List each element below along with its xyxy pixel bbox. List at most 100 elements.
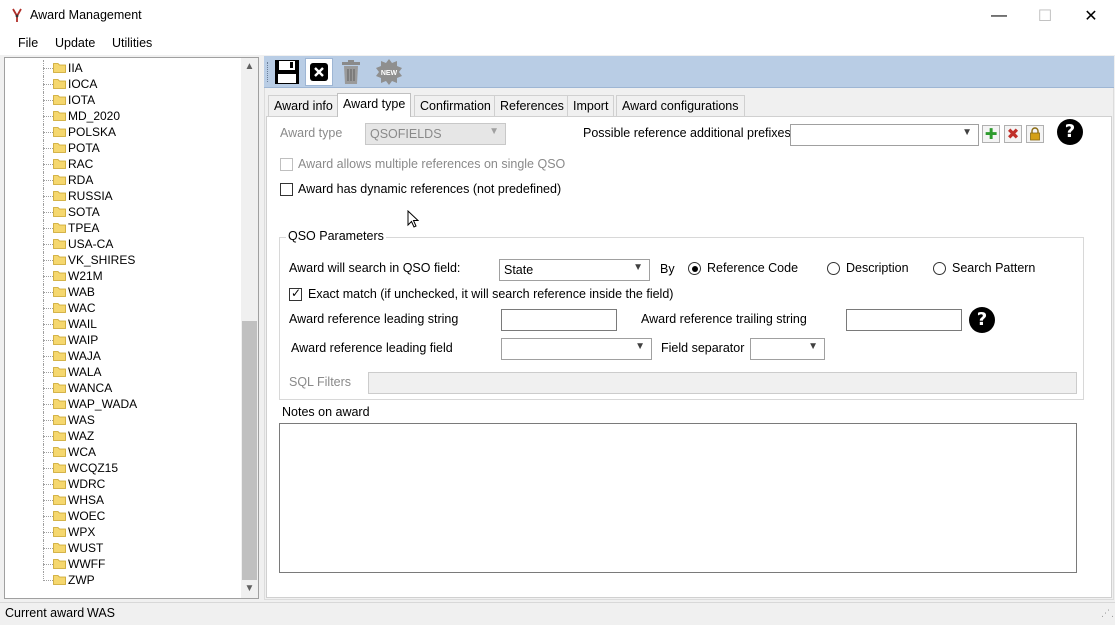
tree-connector bbox=[43, 580, 53, 581]
add-prefix-button[interactable]: ✚ bbox=[982, 125, 1000, 143]
exact-match-label[interactable]: Exact match (if unchecked, it will searc… bbox=[308, 287, 673, 301]
tree-item[interactable]: SOTA bbox=[5, 204, 241, 220]
tree-item[interactable]: WALA bbox=[5, 364, 241, 380]
menu-file[interactable]: File bbox=[18, 36, 38, 50]
tree-item[interactable]: WOEC bbox=[5, 508, 241, 524]
separator-label: Field separator bbox=[661, 341, 745, 355]
radio-search-pattern[interactable] bbox=[933, 262, 946, 275]
tree-item[interactable]: VK_SHIRES bbox=[5, 252, 241, 268]
tree-item[interactable]: POTA bbox=[5, 140, 241, 156]
tree-item[interactable]: WAP_WADA bbox=[5, 396, 241, 412]
new-button[interactable]: NEW bbox=[375, 58, 403, 86]
maximize-button[interactable]: ☐ bbox=[1022, 0, 1068, 31]
folder-icon bbox=[53, 207, 66, 217]
tree-item[interactable]: WAS bbox=[5, 412, 241, 428]
leading-string-input[interactable] bbox=[501, 309, 617, 331]
tree-connector bbox=[43, 404, 53, 405]
radio-reference-code[interactable] bbox=[688, 262, 701, 275]
menu-utilities[interactable]: Utilities bbox=[112, 36, 152, 50]
tree-connector bbox=[43, 548, 53, 549]
tree-item-label: WDRC bbox=[68, 477, 106, 491]
tree-item[interactable]: W21M bbox=[5, 268, 241, 284]
help-icon[interactable]: ? bbox=[969, 307, 995, 333]
folder-icon bbox=[53, 463, 66, 473]
tree-item[interactable]: WAIP bbox=[5, 332, 241, 348]
tree-item[interactable]: RUSSIA bbox=[5, 188, 241, 204]
folder-icon bbox=[53, 431, 66, 441]
tree-connector bbox=[43, 196, 53, 197]
award-tree[interactable]: IIA IOCA IOTA MD_2020 POLSKA POTA RAC RDA RUSSIA… bbox=[4, 57, 259, 599]
prefixes-label: Possible reference additional prefixes bbox=[583, 126, 791, 140]
tree-item-label: USA-CA bbox=[68, 237, 114, 251]
delete-icon bbox=[342, 60, 360, 84]
folder-icon bbox=[53, 415, 66, 425]
tree-item[interactable]: WCQZ15 bbox=[5, 460, 241, 476]
tree-item[interactable]: IIA bbox=[5, 60, 241, 76]
tree-item[interactable]: WPX bbox=[5, 524, 241, 540]
tree-item[interactable]: WHSA bbox=[5, 492, 241, 508]
dynamic-refs-checkbox[interactable] bbox=[280, 183, 293, 196]
tree-item[interactable]: WAC bbox=[5, 300, 241, 316]
radio-description[interactable] bbox=[827, 262, 840, 275]
scroll-up-button[interactable]: ▲ bbox=[241, 58, 258, 75]
tree-item[interactable]: POLSKA bbox=[5, 124, 241, 140]
tree-item[interactable]: IOCA bbox=[5, 76, 241, 92]
tree-item[interactable]: RDA bbox=[5, 172, 241, 188]
separator-select[interactable]: ▼ bbox=[750, 338, 825, 360]
tree-item[interactable]: WANCA bbox=[5, 380, 241, 396]
help-icon[interactable]: ? bbox=[1057, 119, 1083, 145]
tree-connector bbox=[43, 340, 53, 341]
tab-award-type[interactable]: Award type bbox=[337, 93, 412, 117]
tree-item[interactable]: IOTA bbox=[5, 92, 241, 108]
tree-item[interactable]: WAB bbox=[5, 284, 241, 300]
tree-item[interactable]: TPEA bbox=[5, 220, 241, 236]
exact-match-checkbox[interactable] bbox=[289, 286, 302, 301]
radio-reference-code-label[interactable]: Reference Code bbox=[707, 261, 798, 275]
discard-button[interactable] bbox=[305, 58, 333, 86]
tab-award-configurations[interactable]: Award configurations bbox=[616, 95, 745, 116]
radio-description-label[interactable]: Description bbox=[846, 261, 909, 275]
tab-award-info[interactable]: Award info bbox=[268, 95, 339, 116]
status-bar bbox=[0, 602, 1115, 625]
delete-button[interactable] bbox=[337, 58, 365, 86]
tree-item[interactable]: USA-CA bbox=[5, 236, 241, 252]
save-button[interactable] bbox=[273, 58, 301, 86]
prefixes-select[interactable]: ▼ bbox=[790, 124, 979, 146]
resize-grip-icon[interactable]: ⋰⋰ bbox=[1101, 609, 1115, 621]
tree-connector bbox=[43, 244, 53, 245]
remove-prefix-button[interactable]: ✖ bbox=[1004, 125, 1022, 143]
tree-item[interactable]: WAJA bbox=[5, 348, 241, 364]
menu-update[interactable]: Update bbox=[55, 36, 95, 50]
tree-item[interactable]: RAC bbox=[5, 156, 241, 172]
app-logo-icon bbox=[10, 7, 26, 23]
folder-icon bbox=[53, 111, 66, 121]
lock-prefix-button[interactable] bbox=[1026, 125, 1044, 143]
folder-icon bbox=[53, 255, 66, 265]
trailing-string-input[interactable] bbox=[846, 309, 962, 331]
scroll-down-button[interactable]: ▼ bbox=[241, 580, 258, 597]
tree-item[interactable]: ZWP bbox=[5, 572, 241, 588]
close-window-button[interactable]: ✕ bbox=[1068, 0, 1114, 31]
tab-references[interactable]: References bbox=[494, 95, 570, 116]
tree-item[interactable]: WCA bbox=[5, 444, 241, 460]
tree-item[interactable]: WAIL bbox=[5, 316, 241, 332]
leading-field-select[interactable]: ▼ bbox=[501, 338, 652, 360]
folder-icon bbox=[53, 95, 66, 105]
tab-import[interactable]: Import bbox=[567, 95, 615, 116]
tree-item[interactable]: WAZ bbox=[5, 428, 241, 444]
tree-item[interactable]: WDRC bbox=[5, 476, 241, 492]
minimize-button[interactable]: — bbox=[976, 0, 1022, 31]
scroll-thumb[interactable] bbox=[242, 321, 257, 580]
tree-item[interactable]: WWFF bbox=[5, 556, 241, 572]
tree-item[interactable]: WUST bbox=[5, 540, 241, 556]
toolbar-grip[interactable] bbox=[267, 62, 270, 82]
folder-icon bbox=[53, 287, 66, 297]
tree-connector bbox=[43, 132, 53, 133]
notes-textarea[interactable] bbox=[279, 423, 1077, 573]
search-field-select[interactable]: State ▼ bbox=[499, 259, 650, 281]
tree-item[interactable]: MD_2020 bbox=[5, 108, 241, 124]
dynamic-refs-label[interactable]: Award has dynamic references (not predef… bbox=[298, 182, 561, 196]
chevron-down-icon: ▼ bbox=[808, 341, 818, 352]
tab-confirmation[interactable]: Confirmation bbox=[414, 95, 497, 116]
radio-search-pattern-label[interactable]: Search Pattern bbox=[952, 261, 1035, 275]
